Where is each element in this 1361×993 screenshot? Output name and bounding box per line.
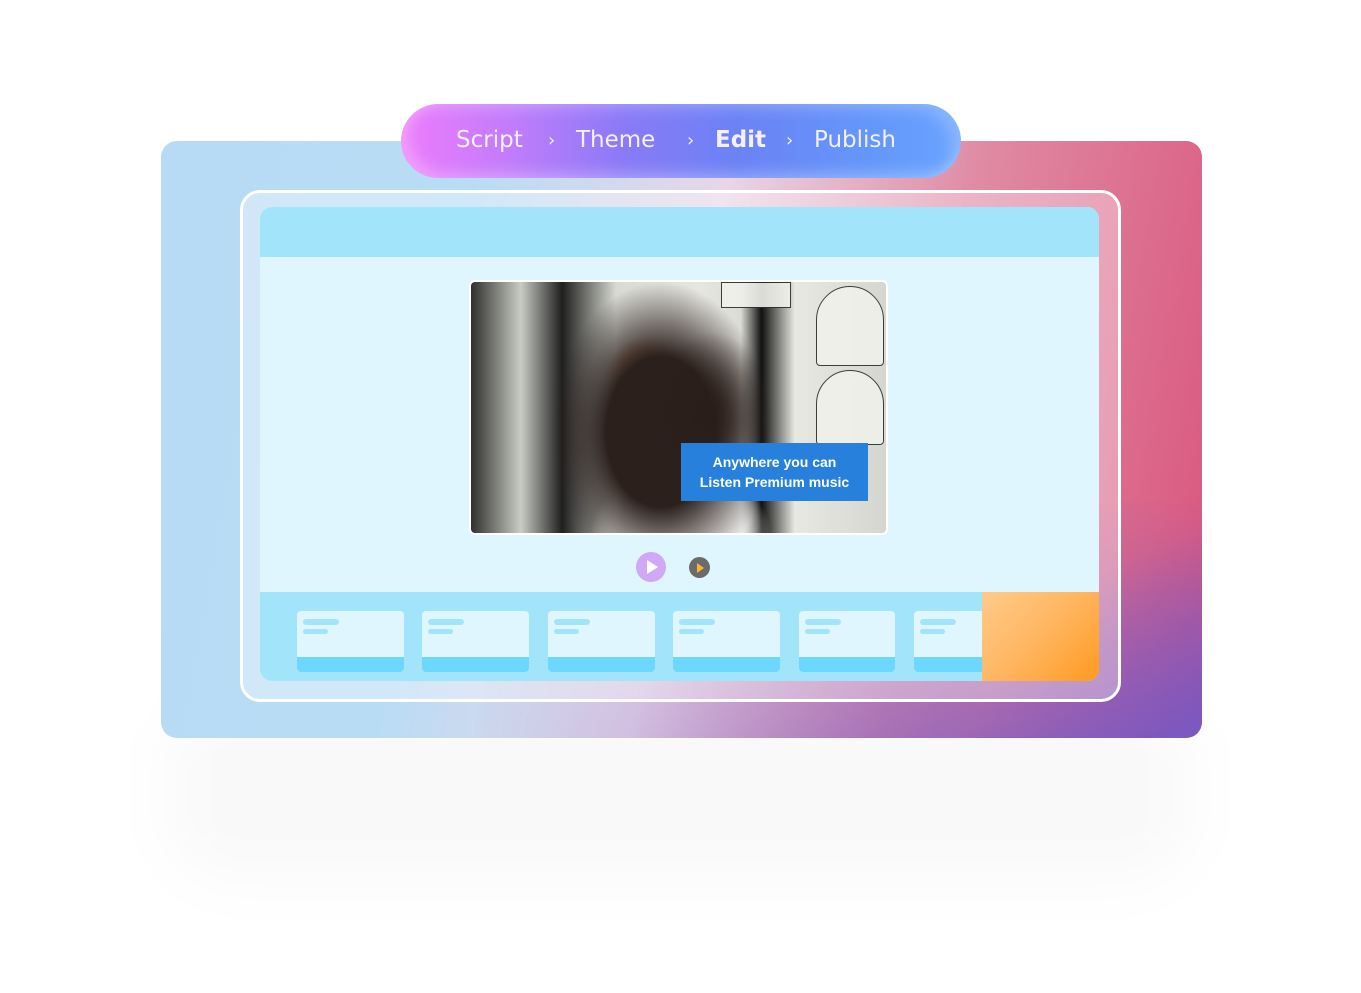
thumbnail-title-placeholder [805, 619, 841, 625]
caption-line-1: Anywhere you can [712, 454, 837, 470]
poster-illustration [816, 370, 884, 445]
video-preview[interactable]: Anywhere you can Listen Premium music [469, 280, 888, 535]
play-icon [697, 562, 704, 573]
chevron-right-icon: › [548, 130, 556, 151]
preview-play-button[interactable] [689, 557, 710, 578]
thumbnail-title-placeholder [679, 619, 715, 625]
thumbnail-subtitle-placeholder [805, 629, 830, 634]
poster-illustration [816, 286, 884, 366]
thumbnail-footer-bar [799, 657, 895, 672]
scene-thumbnail[interactable] [673, 611, 780, 672]
thumbnail-title-placeholder [303, 619, 339, 625]
timeline-accent-panel [982, 592, 1099, 681]
video-caption-overlay[interactable]: Anywhere you can Listen Premium music [681, 443, 868, 501]
thumbnail-title-placeholder [554, 619, 590, 625]
thumbnail-subtitle-placeholder [679, 629, 704, 634]
step-script[interactable]: Script [456, 125, 523, 155]
play-icon [647, 560, 658, 574]
scene-timeline [260, 592, 1099, 681]
step-theme[interactable]: Theme [576, 125, 655, 155]
step-publish[interactable]: Publish [814, 125, 896, 155]
scene-thumbnail[interactable] [548, 611, 655, 672]
video-editor-window: Anywhere you can Listen Premium music [260, 207, 1099, 681]
thumbnail-subtitle-placeholder [303, 629, 328, 634]
chevron-right-icon: › [786, 130, 794, 151]
thumbnail-footer-bar [422, 657, 529, 672]
thumbnail-footer-bar [548, 657, 655, 672]
editor-header-bar [260, 207, 1099, 257]
scene-thumbnail[interactable] [297, 611, 404, 672]
step-edit[interactable]: Edit [715, 125, 766, 155]
workflow-steps-pill: Script › Theme › Edit › Publish [401, 104, 961, 178]
thumbnail-footer-bar [673, 657, 780, 672]
scene-thumbnail[interactable] [799, 611, 895, 672]
thumbnail-subtitle-placeholder [428, 629, 453, 634]
scene-thumbnail[interactable] [422, 611, 529, 672]
caption-line-2: Listen Premium music [699, 474, 850, 490]
poster-illustration [721, 282, 791, 308]
thumbnail-subtitle-placeholder [554, 629, 579, 634]
chevron-right-icon: › [687, 130, 695, 151]
thumbnail-title-placeholder [920, 619, 956, 625]
thumbnail-footer-bar [297, 657, 404, 672]
play-button[interactable] [636, 552, 666, 582]
thumbnail-subtitle-placeholder [920, 629, 945, 634]
thumbnail-title-placeholder [428, 619, 464, 625]
